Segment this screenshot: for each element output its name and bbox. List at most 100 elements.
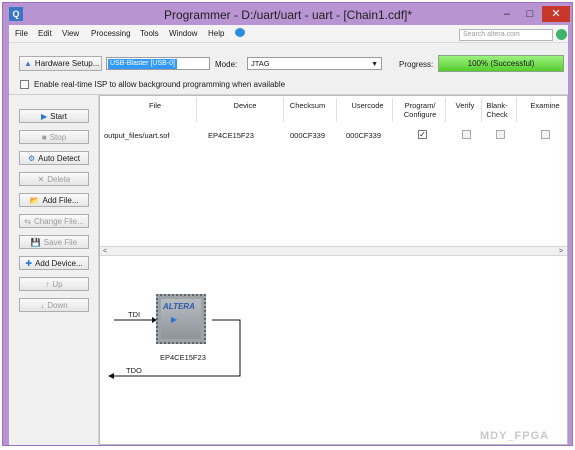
menu-edit[interactable]: Edit [38,29,52,38]
menu-tools[interactable]: Tools [140,29,159,38]
verify-checkbox[interactable] [462,130,471,139]
cell-device[interactable]: EP4CE15F23 [208,131,254,140]
col-program[interactable]: Program/ Configure [398,101,442,119]
title-bar[interactable]: Q Programmer - D:/uart/uart - uart - [Ch… [3,3,572,25]
add-device-icon: ✚ [25,258,33,268]
down-label: Down [47,300,68,310]
search-go-icon[interactable] [556,29,567,40]
add-file-button[interactable]: 📂 Add File... [19,193,89,207]
client-area: File Edit View Processing Tools Window H… [9,25,568,445]
add-file-label: Add File... [42,195,79,205]
column-divider [445,98,446,122]
menu-help[interactable]: Help [208,29,224,38]
tdi-label: TDI [128,310,141,319]
progress-bar: 100% (Successful) [438,55,564,72]
chip-body: ALTERA ▶ [161,299,201,339]
mode-label: Mode: [215,60,238,69]
hardware-setup-button[interactable]: ▲ Hardware Setup... [19,56,102,71]
hardware-value: USB-Blaster [USB-0] [108,59,177,69]
realtime-isp-label: Enable real-time ISP to allow background… [34,80,286,89]
auto-detect-label: Auto Detect [38,153,80,163]
save-file-icon: 💾 [30,237,41,247]
horizontal-scrollbar[interactable]: < > [100,246,567,256]
cell-checksum: 000CF339 [290,131,326,140]
column-divider [283,98,284,122]
close-button[interactable]: ✕ [542,6,570,22]
examine-checkbox[interactable] [541,130,550,139]
menu-window[interactable]: Window [169,29,197,38]
add-file-icon: 📂 [29,195,40,205]
menu-processing[interactable]: Processing [91,29,131,38]
cell-usercode: 000CF339 [346,131,382,140]
scroll-right-icon[interactable]: > [559,247,563,256]
start-icon: ▶ [40,111,48,121]
column-divider [196,98,197,122]
col-verify[interactable]: Verify [450,101,480,110]
menu-bar: File Edit View Processing Tools Window H… [9,25,568,43]
col-blank-check[interactable]: Blank- Check [482,101,512,119]
action-sidebar: ▶ Start ■ Stop ⚙ Auto Detect ✕ Delete 📂 Add F… [9,95,99,445]
chevron-down-icon: ▼ [371,61,378,68]
quartus-app-icon: Q [9,7,23,21]
change-file-button[interactable]: ⇆ Change File... [19,214,89,228]
hardware-icon: ▲ [24,59,32,68]
stop-icon: ■ [41,132,47,142]
change-file-icon: ⇆ [24,216,31,226]
tdo-arrow-icon [108,373,114,379]
hardware-field[interactable]: USB-Blaster [USB-0] [106,57,210,70]
column-divider [516,98,517,122]
delete-button[interactable]: ✕ Delete [19,172,89,186]
menu-file[interactable]: File [15,29,28,38]
tdo-label: TDO [126,366,142,375]
cell-file[interactable]: output_files/uart.sof [104,131,169,140]
stop-button[interactable]: ■ Stop [19,130,89,144]
realtime-isp-checkbox[interactable] [20,80,29,89]
delete-label: Delete [47,174,71,184]
watermark: MDY_FPGA [480,430,550,442]
auto-detect-icon: ⚙ [28,153,36,163]
down-button[interactable]: ↓ Down [19,298,89,312]
col-file[interactable]: File [140,101,170,110]
scroll-left-icon[interactable]: < [103,247,107,256]
altera-logo: ALTERA [163,302,195,311]
menu-view[interactable]: View [62,29,79,38]
column-divider [336,98,337,122]
programming-panel: File Device Checksum Usercode Program/ C… [99,95,568,445]
device-label: EP4CE15F23 [160,353,206,362]
mode-select[interactable]: JTAG ▼ [247,57,382,70]
down-icon: ↓ [40,300,45,310]
search-input[interactable]: Search altera.com [459,29,553,41]
col-device[interactable]: Device [220,101,270,110]
start-label: Start [50,111,68,121]
jtag-chain-lines [108,317,241,379]
programmer-window: Q Programmer - D:/uart/uart - uart - [Ch… [2,2,573,446]
col-usercode[interactable]: Usercode [345,101,390,110]
start-button[interactable]: ▶ Start [19,109,89,123]
program-configure-checkbox[interactable]: ✓ [418,130,427,139]
delete-icon: ✕ [37,174,45,184]
jtag-chain-diagram: TDI TDO ALTERA ▶ EP4CE15F23 [100,258,567,444]
blank-check-checkbox[interactable] [496,130,505,139]
add-device-button[interactable]: ✚ Add Device... [19,256,89,270]
col-checksum[interactable]: Checksum [285,101,330,110]
col-examine[interactable]: Examine [525,101,565,110]
auto-detect-button[interactable]: ⚙ Auto Detect [19,151,89,165]
save-file-label: Save File [43,237,78,247]
progress-text: 100% (Successful) [467,59,535,68]
add-device-label: Add Device... [35,258,83,268]
maximize-button[interactable]: □ [519,6,541,22]
hardware-setup-label: Hardware Setup... [34,59,100,68]
progress-label: Progress: [399,60,434,69]
change-file-label: Change File... [33,216,84,226]
up-button[interactable]: ↑ Up [19,277,89,291]
window-title: Programmer - D:/uart/uart - uart - [Chai… [163,8,413,22]
up-label: Up [52,279,63,289]
stop-label: Stop [49,132,67,142]
column-divider [481,98,482,122]
help-chat-icon[interactable] [235,28,245,37]
fpga-device-chip[interactable]: ALTERA ▶ [156,294,206,344]
chip-arrow-icon: ▶ [171,315,178,324]
up-icon: ↑ [45,279,50,289]
save-file-button[interactable]: 💾 Save File [19,235,89,249]
minimize-button[interactable]: – [496,6,518,22]
